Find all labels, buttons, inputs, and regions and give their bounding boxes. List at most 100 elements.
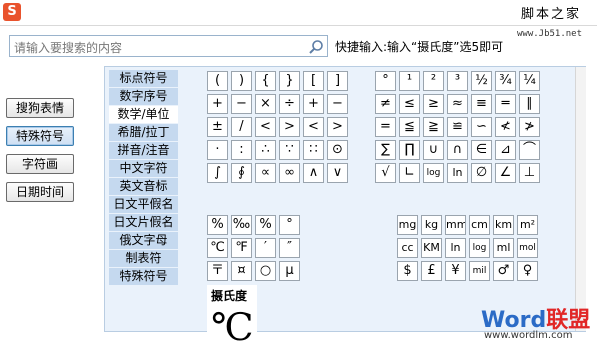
symbol-cell[interactable]: ± [207,117,228,137]
symbol-cell[interactable]: ∵ [279,140,300,160]
symbol-cell[interactable]: ∽ [471,117,492,137]
symbol-cell[interactable]: × [255,94,276,114]
symbol-cell[interactable]: ♀ [517,261,538,281]
symbol-cell[interactable]: ∮ [231,163,252,183]
category-math-units[interactable]: 数学/单位 [109,106,178,123]
symbol-cell[interactable]: ln [447,163,468,183]
symbol-cell[interactable]: log [423,163,444,183]
symbol-cell[interactable]: = [375,117,396,137]
symbol-cell[interactable]: < [303,117,324,137]
symbol-cell[interactable]: ∏ [399,140,420,160]
symbol-cell[interactable]: ‰ [231,215,252,235]
symbol-cell[interactable]: 〒 [207,261,228,281]
symbol-cell[interactable]: ∧ [303,163,324,183]
symbol-cell[interactable]: ≦ [399,117,420,137]
symbol-cell[interactable]: ¥ [445,261,466,281]
symbol-cell[interactable]: ½ [471,71,492,91]
symbol-cell[interactable]: + [207,94,228,114]
symbol-cell[interactable]: ln [445,238,466,258]
symbol-cell[interactable]: m² [517,215,538,235]
symbol-cell[interactable]: − [327,94,348,114]
symbol-cell[interactable]: ″ [279,238,300,258]
symbol-cell[interactable]: > [279,117,300,137]
symbol-cell[interactable]: + [303,94,324,114]
ascii-art-button[interactable]: 字符画 [6,154,74,174]
symbol-cell[interactable]: ) [231,71,252,91]
symbol-cell[interactable]: ∴ [255,140,276,160]
symbol-cell[interactable]: ≠ [375,94,396,114]
category-special-symbols[interactable]: 特殊符号 [109,268,178,285]
symbol-cell[interactable]: { [255,71,276,91]
symbol-cell[interactable]: ∅ [471,163,492,183]
symbol-cell[interactable]: ≈ [447,94,468,114]
symbol-cell[interactable]: ○ [255,261,276,281]
symbol-cell[interactable]: / [231,117,252,137]
symbol-cell[interactable]: ═ [495,94,516,114]
symbol-cell[interactable]: % [207,215,228,235]
symbol-cell[interactable]: ≌ [447,117,468,137]
vertical-scrollbar[interactable] [575,67,586,331]
symbol-cell[interactable]: $ [397,261,418,281]
symbol-cell[interactable]: ∷ [303,140,324,160]
symbol-cell[interactable]: kg [421,215,442,235]
symbol-cell[interactable]: cc [397,238,418,258]
symbol-cell[interactable]: ( [207,71,228,91]
symbol-cell[interactable]: · [207,140,228,160]
symbol-cell[interactable]: ° [279,215,300,235]
search-input[interactable]: 请输入要搜索的内容 [14,39,122,56]
symbol-cell[interactable]: mm [445,215,466,235]
symbol-cell[interactable]: ∈ [471,140,492,160]
symbol-cell[interactable]: ∥ [519,94,540,114]
category-chinese-chars[interactable]: 中文字符 [109,160,178,177]
symbol-cell[interactable]: > [327,117,348,137]
symbol-cell[interactable]: mg [397,215,418,235]
symbol-cell[interactable]: ≥ [423,94,444,114]
symbol-cell[interactable]: ℉ [231,238,252,258]
search-box[interactable]: 请输入要搜索的内容 [9,35,328,57]
symbol-cell[interactable]: ≧ [423,117,444,137]
category-pinyin-zhuyin[interactable]: 拼音/注音 [109,142,178,159]
symbol-cell[interactable]: ∩ [447,140,468,160]
symbol-cell[interactable]: ³ [447,71,468,91]
symbol-cell[interactable]: ∞ [279,163,300,183]
symbol-cell[interactable]: ] [327,71,348,91]
search-icon[interactable] [308,39,324,55]
symbol-cell[interactable]: ∑ [375,140,396,160]
symbol-cell[interactable]: ≤ [399,94,420,114]
category-hiragana[interactable]: 日文平假名 [109,196,178,213]
datetime-button[interactable]: 日期时间 [6,182,74,202]
symbol-cell[interactable]: ¹ [399,71,420,91]
symbol-cell[interactable]: ¤ [231,261,252,281]
symbol-cell[interactable]: cm [469,215,490,235]
symbol-cell[interactable]: ⊥ [519,163,540,183]
symbol-cell[interactable]: √ [375,163,396,183]
symbol-cell[interactable]: ° [375,71,396,91]
symbol-cell[interactable]: < [255,117,276,137]
symbol-cell[interactable]: : [231,140,252,160]
symbol-cell[interactable]: − [231,94,252,114]
category-russian[interactable]: 俄文字母 [109,232,178,249]
symbol-cell[interactable]: ∫ [207,163,228,183]
symbol-cell[interactable]: ∠ [495,163,516,183]
symbol-cell[interactable]: ¼ [519,71,540,91]
symbol-cell[interactable]: μ [279,261,300,281]
symbol-cell[interactable]: ≯ [519,117,540,137]
category-punctuation[interactable]: 标点符号 [109,70,178,87]
special-symbols-button[interactable]: 特殊符号 [6,126,74,146]
category-number-sequences[interactable]: 数字序号 [109,88,178,105]
symbol-cell[interactable]: ² [423,71,444,91]
symbol-cell[interactable]: % [255,215,276,235]
symbol-cell[interactable]: ≡ [471,94,492,114]
symbol-cell[interactable]: ≮ [495,117,516,137]
category-greek-latin[interactable]: 希腊/拉丁 [109,124,178,141]
symbol-cell[interactable]: ⌒ [519,140,540,160]
symbol-cell[interactable]: log [469,238,490,258]
symbol-cell[interactable]: ∝ [255,163,276,183]
category-english-phonetics[interactable]: 英文音标 [109,178,178,195]
symbol-cell[interactable]: ⊙ [327,140,348,160]
symbol-cell[interactable]: ⊿ [495,140,516,160]
category-katakana[interactable]: 日文片假名 [109,214,178,231]
symbol-cell[interactable]: ÷ [279,94,300,114]
symbol-cell[interactable]: ′ [255,238,276,258]
symbol-cell[interactable]: ¾ [495,71,516,91]
